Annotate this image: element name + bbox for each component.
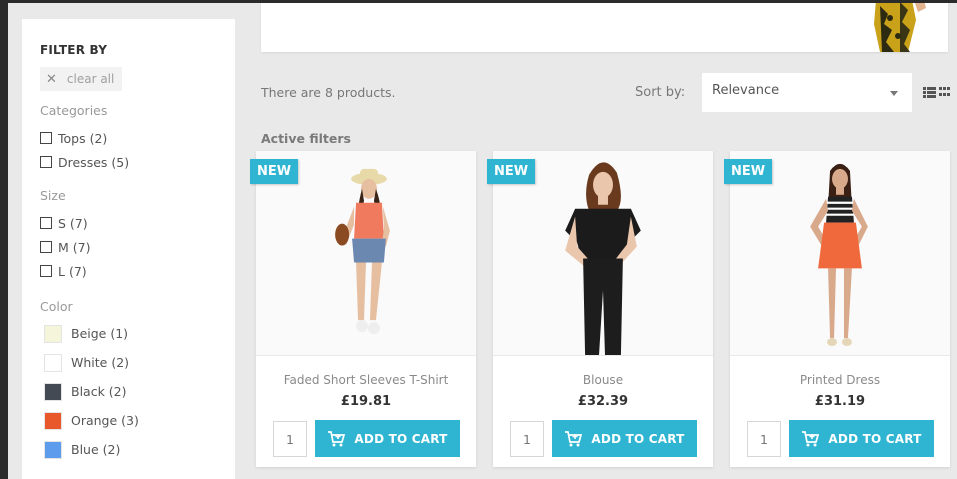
filter-option-label: M (7) <box>58 239 91 255</box>
filter-option-size-l[interactable]: L (7) <box>40 259 235 283</box>
product-name[interactable]: Faded Short Sleeves T-Shirt <box>256 373 476 387</box>
banner-image <box>854 3 936 52</box>
filter-option-blue[interactable]: Blue (2) <box>40 435 235 464</box>
product-card[interactable]: NEW Printed Dress £31.19 1 ADD TO CART <box>724 151 950 467</box>
checkbox[interactable] <box>40 265 52 277</box>
product-price: £31.19 <box>814 394 866 409</box>
close-icon: ✕ <box>46 71 57 87</box>
sort-label: Sort by: <box>635 85 686 100</box>
active-filters-label: Active filters <box>261 131 351 146</box>
quantity-input[interactable]: 1 <box>273 421 307 457</box>
product-name[interactable]: Blouse <box>493 373 713 387</box>
filter-option-label: Orange (3) <box>71 413 139 428</box>
checkbox[interactable] <box>40 217 52 229</box>
filter-option-size-m[interactable]: M (7) <box>40 235 235 259</box>
filter-option-label: L (7) <box>58 263 87 279</box>
filter-option-label: S (7) <box>58 215 88 231</box>
filter-option-dresses[interactable]: Dresses (5) <box>40 150 235 174</box>
add-to-cart-label: ADD TO CART <box>828 431 922 446</box>
cart-icon <box>802 430 820 446</box>
filter-option-orange[interactable]: Orange (3) <box>40 406 235 435</box>
quantity-input[interactable]: 1 <box>510 421 544 457</box>
page: FILTER BY ✕ clear all Categories Tops (2… <box>8 3 957 479</box>
filter-option-black[interactable]: Black (2) <box>40 377 235 406</box>
view-toggle <box>923 87 950 98</box>
filter-option-label: Blue (2) <box>71 442 121 457</box>
product-card[interactable]: NEW Faded Short Sleeves T-Shirt £19.81 1 <box>250 151 476 467</box>
facet-title-size: Size <box>40 188 66 203</box>
new-badge: NEW <box>724 159 773 184</box>
product-price: £19.81 <box>340 394 392 409</box>
new-badge: NEW <box>250 159 299 184</box>
new-badge: NEW <box>487 159 536 184</box>
color-swatch[interactable] <box>44 353 62 372</box>
product-name[interactable]: Printed Dress <box>730 373 950 387</box>
product-price: £32.39 <box>577 394 629 409</box>
add-to-cart-label: ADD TO CART <box>354 431 448 446</box>
filter-title: FILTER BY <box>40 43 108 57</box>
checkbox[interactable] <box>40 132 52 144</box>
filter-option-label: White (2) <box>71 355 130 370</box>
add-to-cart-label: ADD TO CART <box>591 431 685 446</box>
facet-title-color: Color <box>40 299 73 314</box>
filter-option-label: Tops (2) <box>58 130 108 146</box>
cart-icon <box>328 430 346 446</box>
checkbox[interactable] <box>40 156 52 168</box>
filter-option-label: Dresses (5) <box>58 154 130 170</box>
color-swatch[interactable] <box>44 382 62 401</box>
facet-title-categories: Categories <box>40 103 108 118</box>
add-to-cart-button[interactable]: ADD TO CART <box>315 420 460 457</box>
list-view-icon[interactable] <box>923 87 936 98</box>
chevron-down-icon <box>890 91 898 96</box>
filter-option-tops[interactable]: Tops (2) <box>40 126 235 150</box>
sort-select-value: Relevance <box>712 83 780 98</box>
color-swatch[interactable] <box>44 440 62 459</box>
filter-option-size-s[interactable]: S (7) <box>40 211 235 235</box>
filter-option-label: Black (2) <box>71 384 127 399</box>
filter-option-beige[interactable]: Beige (1) <box>40 319 235 348</box>
add-to-cart-button[interactable]: ADD TO CART <box>552 420 697 457</box>
cart-icon <box>565 430 583 446</box>
filter-sidebar: FILTER BY ✕ clear all Categories Tops (2… <box>22 19 235 479</box>
clear-all-button[interactable]: ✕ clear all <box>40 67 123 91</box>
category-banner <box>261 3 948 52</box>
checkbox[interactable] <box>40 241 52 253</box>
product-count: There are 8 products. <box>261 85 396 100</box>
product-card[interactable]: NEW Blouse £32.39 1 ADD TO CART <box>487 151 713 467</box>
add-to-cart-button[interactable]: ADD TO CART <box>789 420 934 457</box>
filter-option-white[interactable]: White (2) <box>40 348 235 377</box>
quantity-input[interactable]: 1 <box>747 421 781 457</box>
sort-select[interactable]: Relevance <box>702 73 912 112</box>
grid-view-icon[interactable] <box>939 87 950 98</box>
filter-option-label: Beige (1) <box>71 326 129 341</box>
color-swatch[interactable] <box>44 411 62 430</box>
clear-all-label: clear all <box>66 72 115 86</box>
color-swatch[interactable] <box>44 324 62 343</box>
